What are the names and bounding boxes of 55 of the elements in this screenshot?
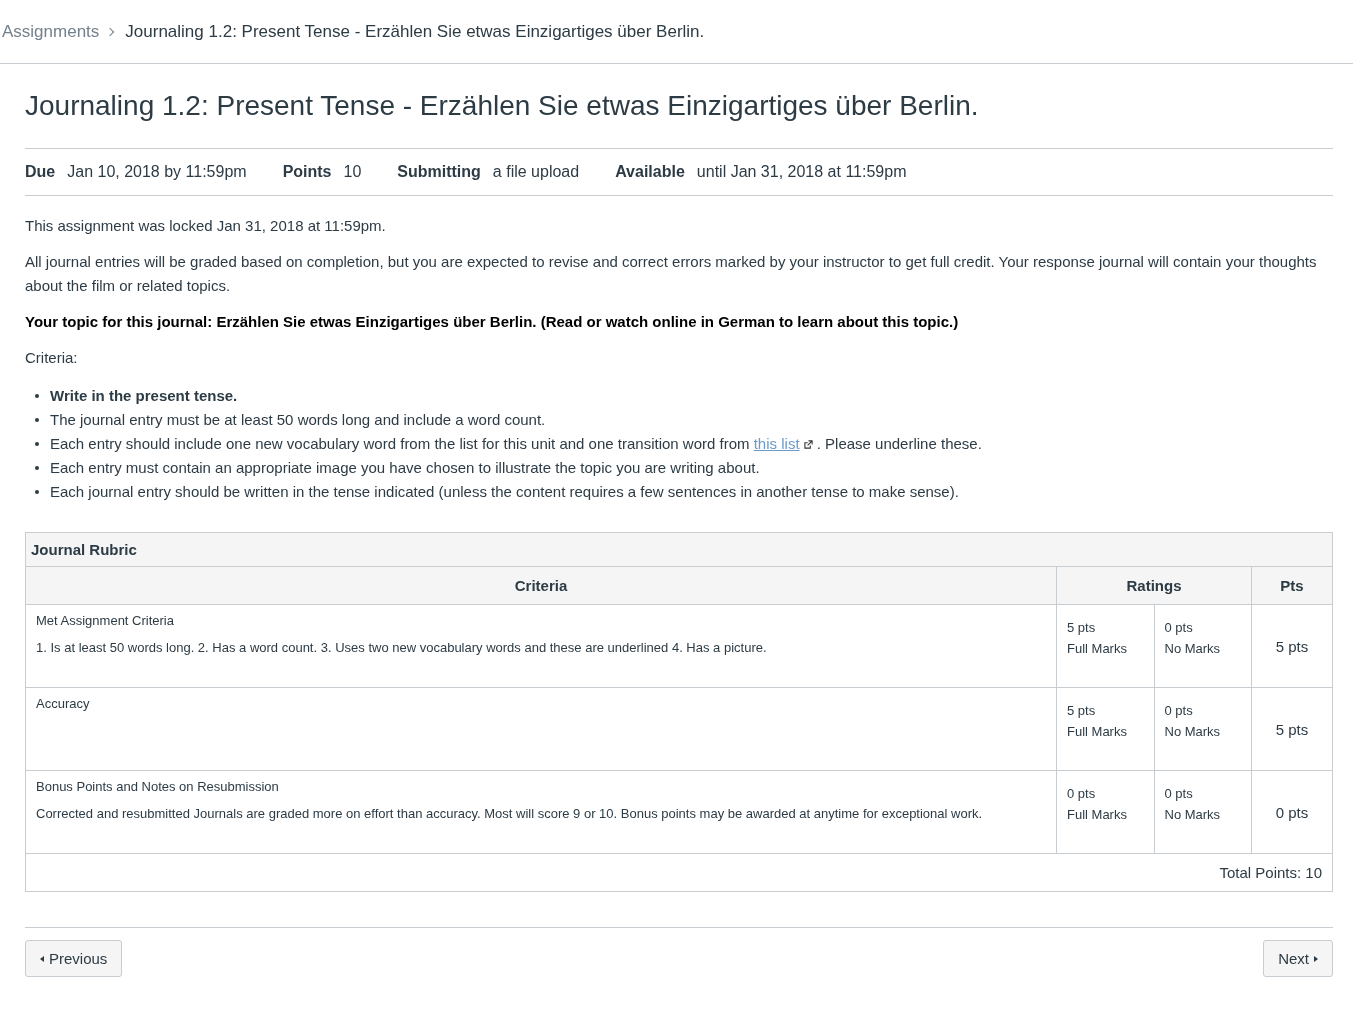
detail-label: Available — [615, 163, 685, 180]
detail-value: Jan 10, 2018 by 11:59pm — [67, 163, 247, 180]
list-item-text: The journal entry must be at least 50 words long and include a word count. — [50, 410, 546, 430]
paragraph: This assignment was locked Jan 31, 2018 at 11:59pm. — [25, 216, 387, 236]
points-value: 5 pts — [1275, 720, 1309, 738]
page-title: Journaling 1.2: Present Tense - Erzählen Sie etwas Einzigartiges über Berlin. — [25, 90, 980, 122]
rating-points: 0 pts — [1164, 785, 1194, 803]
column-header: Pts — [1251, 566, 1333, 605]
column-header: Criteria — [25, 566, 1057, 605]
bullet-icon — [35, 442, 39, 446]
next-button[interactable]: Next — [1263, 940, 1333, 977]
rating-label: Full Marks — [1067, 806, 1128, 824]
rating-points: 0 pts — [1164, 619, 1194, 637]
points-value: 5 pts — [1275, 637, 1309, 655]
rating-label: No Marks — [1164, 723, 1222, 741]
bullet-icon — [35, 394, 39, 398]
paragraph: Your topic for this journal: Erzählen Sie etwas Einzigartiges über Berlin. (Read or watch online in German to learn about this topic.) — [25, 312, 960, 332]
bullet-icon — [35, 418, 39, 422]
total-points: Total Points: 10 — [1219, 864, 1322, 881]
detail-value: a file upload — [492, 163, 580, 180]
rating-points: 5 pts — [1067, 702, 1097, 720]
rating-points: 0 pts — [1067, 785, 1097, 803]
criterion-description: Corrected and resubmitted Journals are graded more on effort than accuracy. Most will score 9 or 10. Bonus points may be awarded at anytime for exceptional work. — [36, 806, 984, 821]
rating-label: No Marks — [1164, 640, 1222, 658]
rating-points: 0 pts — [1164, 702, 1194, 720]
bullet-icon — [35, 490, 39, 494]
previous-button[interactable]: Previous — [25, 940, 123, 977]
detail-value: 10 — [343, 163, 362, 180]
rating-label: Full Marks — [1067, 723, 1128, 741]
detail-label: Points — [282, 163, 332, 180]
list-item-text: Each entry must contain an appropriate image you have chosen to illustrate the topic you are writing about. — [50, 458, 760, 478]
breadcrumb-link[interactable]: Assignments — [2, 21, 100, 42]
column-header: Ratings — [1056, 566, 1252, 605]
rating-points: 5 pts — [1067, 619, 1097, 637]
bullet-icon — [35, 466, 39, 470]
detail-label: Submitting — [397, 163, 481, 180]
detail-label: Due — [25, 163, 56, 180]
points-value: 0 pts — [1275, 803, 1309, 821]
rating-label: Full Marks — [1067, 640, 1128, 658]
rating-label: No Marks — [1164, 806, 1222, 824]
caret-icon — [40, 955, 44, 962]
breadcrumb-current: Journaling 1.2: Present Tense - Erzählen Sie etwas Einzigartiges über Berlin. — [125, 21, 705, 42]
list-item-text: Each journal entry should be written in the tense indicated (unless the content requires a few sentences in another tense to make sense). — [50, 482, 959, 502]
external-link-icon — [803, 440, 813, 449]
list-item-text: Write in the present tense. — [50, 386, 238, 406]
paragraph: All journal entries will be graded based on completion, but you are expected to revise and correct errors marked by your instructor to get full credit. Your response journal will contain your thoughts about the film or related topics. — [25, 252, 1318, 296]
criterion-name: Met Assignment Criteria — [36, 613, 175, 628]
rubric-title: Journal Rubric — [25, 532, 1333, 567]
criterion-name: Accuracy — [36, 696, 91, 711]
criterion-name: Bonus Points and Notes on Resubmission — [36, 779, 280, 794]
paragraph: Criteria: — [25, 348, 79, 368]
list-item-text: Each entry should include one new vocabulary word from the list for this unit and one transition word from this list . Please underline these. — [50, 434, 982, 454]
caret-icon — [1314, 955, 1318, 962]
criterion-description: 1. Is at least 50 words long. 2. Has a word count. 3. Uses two new vocabulary words and these are underlined 4. Has a picture. — [36, 640, 768, 655]
detail-value: until Jan 31, 2018 at 11:59pm — [696, 163, 907, 180]
